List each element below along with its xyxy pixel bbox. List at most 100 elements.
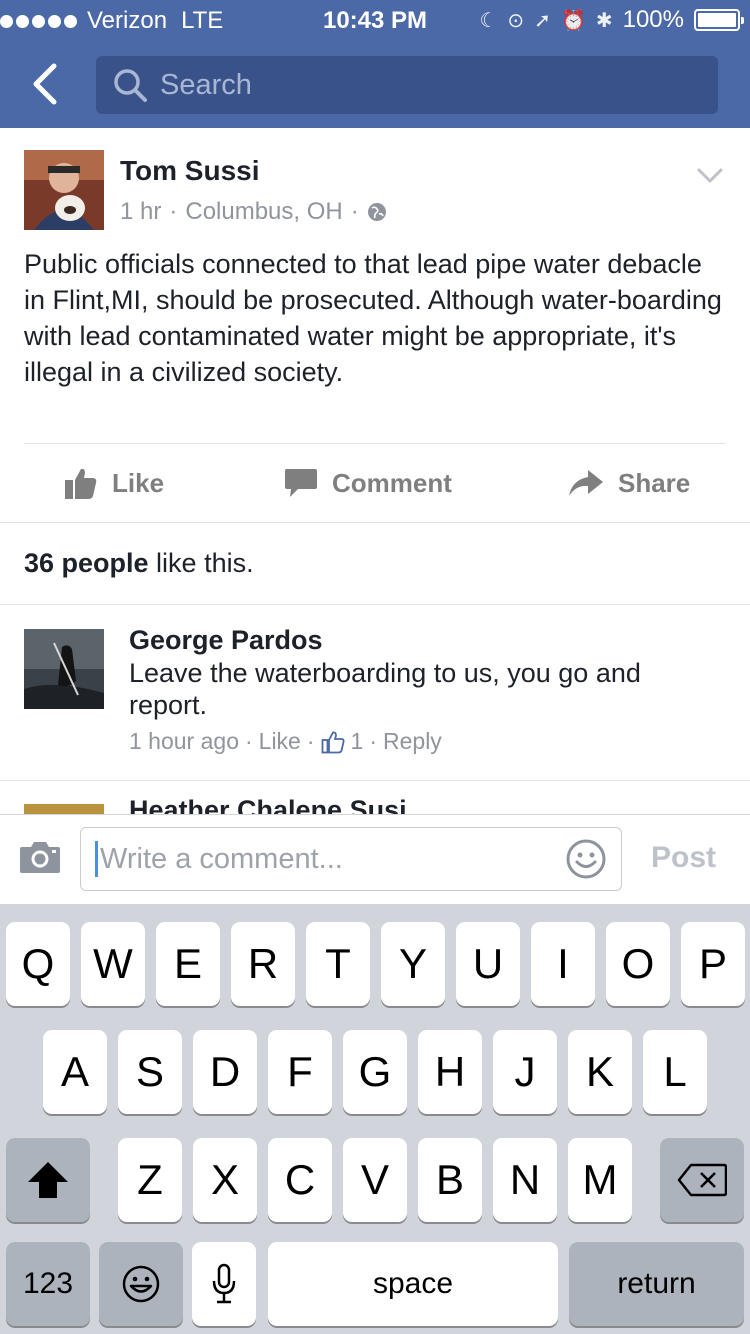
comment-time: 1 hour ago (129, 728, 239, 754)
shift-key[interactable] (6, 1138, 90, 1222)
post-location[interactable]: Columbus, OH (185, 198, 342, 226)
like-label: Like (112, 467, 165, 498)
alarm-icon: ⏰ (560, 9, 586, 32)
comment-input[interactable]: Write a comment... (80, 827, 622, 891)
comment-avatar[interactable] (24, 629, 104, 709)
emoji-key[interactable] (99, 1242, 183, 1326)
moon-icon: ☾ (479, 9, 498, 32)
post-button[interactable]: Post (651, 841, 716, 875)
key-s[interactable]: S (118, 1030, 182, 1114)
key-d[interactable]: D (193, 1030, 257, 1114)
post-author[interactable]: Tom Sussi (120, 155, 260, 187)
key-u[interactable]: U (456, 922, 520, 1006)
meta-separator: · (244, 728, 253, 754)
comment-like-count: 1 (350, 728, 364, 754)
comment-composer: Write a comment... Post (0, 814, 750, 904)
key-a[interactable]: A (43, 1030, 107, 1114)
likes-summary[interactable]: 36 people like this. (24, 548, 254, 579)
status-icons: ☾ ⊙ ➚ ⏰ ✱ 100% (479, 6, 744, 34)
key-z[interactable]: Z (118, 1138, 182, 1222)
post-time[interactable]: 1 hr (120, 198, 161, 226)
microphone-key[interactable] (192, 1242, 256, 1326)
microphone-icon (212, 1263, 236, 1304)
rotation-lock-icon: ⊙ (507, 9, 525, 32)
key-c[interactable]: C (268, 1138, 332, 1222)
meta-separator: · (306, 728, 315, 754)
divider (0, 522, 750, 523)
search-placeholder: Search (160, 68, 252, 101)
comment-label: Comment (332, 467, 452, 498)
key-o[interactable]: O (606, 922, 670, 1006)
camera-icon (20, 842, 60, 873)
backspace-key[interactable] (660, 1138, 744, 1222)
shift-arrow-icon (28, 1162, 68, 1198)
return-key[interactable]: return (569, 1242, 744, 1326)
globe-icon (367, 203, 386, 221)
comment-text: Leave the waterboarding to us, you go an… (129, 658, 641, 720)
post-options-button[interactable] (696, 166, 724, 191)
post-actions: Like Comment Share (0, 444, 750, 522)
likes-count: 36 people (24, 548, 149, 578)
app-header: Verizon LTE 10:43 PM ☾ ⊙ ➚ ⏰ ✱ 100% Sear… (0, 0, 750, 128)
key-j[interactable]: J (493, 1030, 557, 1114)
key-k[interactable]: K (568, 1030, 632, 1114)
key-y[interactable]: Y (381, 922, 445, 1006)
key-t[interactable]: T (306, 922, 370, 1006)
key-m[interactable]: M (568, 1138, 632, 1222)
comment-meta: 1 hour ago · Like · 1 · Reply (129, 728, 442, 755)
key-r[interactable]: R (231, 922, 295, 1006)
share-label: Share (618, 467, 691, 498)
emoji-button[interactable] (565, 838, 607, 885)
camera-button[interactable] (18, 839, 62, 880)
comment-button[interactable]: Comment (284, 444, 452, 522)
key-q[interactable]: Q (6, 922, 70, 1006)
status-bar: Verizon LTE 10:43 PM ☾ ⊙ ➚ ⏰ ✱ 100% (0, 0, 750, 40)
chevron-left-icon (33, 63, 57, 105)
battery-icon (694, 9, 744, 31)
key-i[interactable]: I (531, 922, 595, 1006)
meta-separator: · (369, 728, 377, 754)
like-button[interactable]: Like (64, 444, 164, 522)
share-button[interactable]: Share (568, 444, 690, 522)
key-x[interactable]: X (193, 1138, 257, 1222)
key-n[interactable]: N (493, 1138, 557, 1222)
key-w[interactable]: W (81, 922, 145, 1006)
thumbs-up-icon (65, 468, 97, 499)
battery-percent: 100% (622, 6, 684, 33)
backspace-icon (677, 1163, 727, 1197)
likes-suffix: like this. (148, 548, 254, 578)
bluetooth-icon: ✱ (595, 9, 613, 32)
key-l[interactable]: L (643, 1030, 707, 1114)
key-g[interactable]: G (343, 1030, 407, 1114)
key-b[interactable]: B (418, 1138, 482, 1222)
author-avatar[interactable] (24, 150, 104, 230)
chevron-down-icon (697, 168, 723, 183)
location-icon: ➚ (534, 9, 551, 32)
search-input[interactable]: Search (96, 56, 718, 114)
comment-avatar[interactable] (24, 804, 104, 814)
key-f[interactable]: F (268, 1030, 332, 1114)
key-v[interactable]: V (343, 1138, 407, 1222)
space-key[interactable]: space (268, 1242, 558, 1326)
back-button[interactable] (24, 60, 68, 108)
keyboard: QWERTYUIOP ASDFGHJKL ZXCVBNM 123 space r… (0, 904, 750, 1334)
comment-bubble-icon (285, 469, 317, 497)
key-p[interactable]: P (681, 922, 745, 1006)
comment-author[interactable]: George Pardos (129, 625, 323, 656)
numbers-key[interactable]: 123 (6, 1242, 90, 1326)
text-caret (95, 841, 98, 877)
meta-separator: · (350, 198, 359, 225)
comment-author[interactable]: Heather Chalene Susi (129, 796, 419, 814)
post-body: Public officials connected to that lead … (24, 249, 722, 387)
post-meta: 1 hr · Columbus, OH · (120, 198, 387, 226)
thumbs-up-outline-icon (321, 731, 345, 753)
divider (0, 780, 750, 781)
meta-separator: · (169, 198, 178, 225)
divider (0, 604, 750, 605)
key-e[interactable]: E (156, 922, 220, 1006)
key-h[interactable]: H (418, 1030, 482, 1114)
comment-like-button[interactable]: Like (259, 728, 301, 755)
search-icon (114, 69, 147, 102)
reply-button[interactable]: Reply (383, 728, 442, 755)
smiley-icon (566, 839, 606, 879)
